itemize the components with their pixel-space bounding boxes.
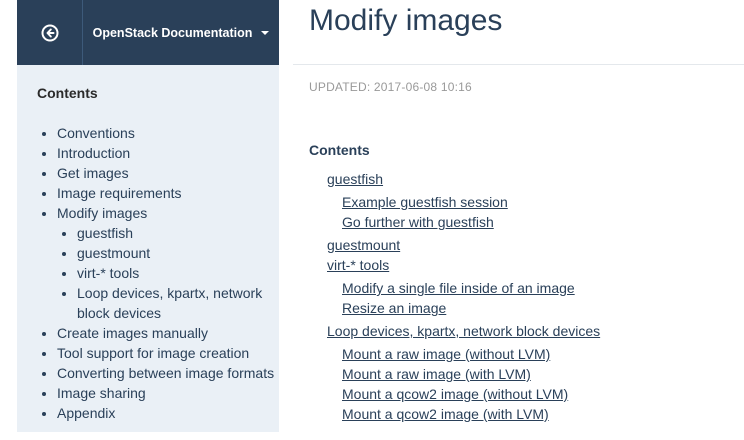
sidebar-header: OpenStack Documentation (17, 0, 279, 65)
content-link-go-further[interactable]: Go further with guestfish (342, 214, 494, 230)
title-divider (293, 64, 744, 65)
content-link-virt-tools[interactable]: virt-* tools (327, 257, 389, 273)
toc-link-create-images-manually[interactable]: Create images manually (57, 325, 208, 341)
toc-subitem: guestmount (77, 243, 277, 263)
updated-timestamp: UPDATED: 2017-06-08 10:16 (309, 80, 472, 94)
caret-down-icon (261, 30, 270, 35)
toc-link-virt-tools[interactable]: virt-* tools (77, 265, 139, 281)
docs-dropdown-label: OpenStack Documentation (92, 25, 253, 40)
toc-sublist: guestfish guestmount virt-* tools Loop d… (57, 223, 277, 323)
sidebar: OpenStack Documentation Contents Convent… (17, 0, 279, 440)
sidebar-toc: Contents Conventions Introduction Get im… (17, 65, 279, 432)
toc-item: Converting between image formats (57, 363, 277, 383)
toc-item: Modify images guestfish guestmount virt-… (57, 203, 277, 323)
toc-item: Tool support for image creation (57, 343, 277, 363)
toc-item: Create images manually (57, 323, 277, 343)
content-link-guestfish[interactable]: guestfish (327, 171, 383, 187)
toc-link-introduction[interactable]: Introduction (57, 145, 130, 161)
toc-item: Introduction (57, 143, 277, 163)
toc-item: Appendix (57, 403, 277, 423)
toc-link-conventions[interactable]: Conventions (57, 125, 135, 141)
contents-heading: Contents (309, 142, 370, 158)
toc-item: Image sharing (57, 383, 277, 403)
content-link-loop-devices[interactable]: Loop devices, kpartx, network block devi… (327, 323, 600, 339)
content-link-resize-image[interactable]: Resize an image (342, 300, 446, 316)
toc-item: Conventions (57, 123, 277, 143)
toc-link-get-images[interactable]: Get images (57, 165, 129, 181)
content-link-qcow2-no-lvm[interactable]: Mount a qcow2 image (without LVM) (342, 386, 568, 402)
toc-subitem: guestfish (77, 223, 277, 243)
toc-link-loop-devices[interactable]: Loop devices, kpartx, network block devi… (77, 285, 262, 321)
docs-dropdown-button[interactable]: OpenStack Documentation (83, 0, 279, 65)
content-link-raw-no-lvm[interactable]: Mount a raw image (without LVM) (342, 346, 550, 362)
content-link-example-session[interactable]: Example guestfish session (342, 194, 508, 210)
toc-link-image-sharing[interactable]: Image sharing (57, 385, 146, 401)
back-button[interactable] (17, 0, 83, 65)
toc-subitem: Loop devices, kpartx, network block devi… (77, 283, 277, 323)
toc-link-image-requirements[interactable]: Image requirements (57, 185, 182, 201)
toc-link-appendix[interactable]: Appendix (57, 405, 115, 421)
back-arrow-icon (41, 24, 58, 41)
content-link-raw-lvm[interactable]: Mount a raw image (with LVM) (342, 366, 531, 382)
content-link-modify-single-file[interactable]: Modify a single file inside of an image (342, 280, 575, 296)
toc-link-modify-images[interactable]: Modify images (57, 205, 147, 221)
toc-heading: Contents (37, 85, 98, 101)
content-link-qcow2-lvm[interactable]: Mount a qcow2 image (with LVM) (342, 406, 549, 422)
toc-link-guestmount[interactable]: guestmount (77, 245, 150, 261)
toc-item: Get images (57, 163, 277, 183)
toc-item: Image requirements (57, 183, 277, 203)
toc-link-guestfish[interactable]: guestfish (77, 225, 133, 241)
toc-link-converting-formats[interactable]: Converting between image formats (57, 365, 274, 381)
toc-subitem: virt-* tools (77, 263, 277, 283)
toc-link-tool-support[interactable]: Tool support for image creation (57, 345, 249, 361)
toc-list: Conventions Introduction Get images Imag… (37, 123, 277, 423)
page-title: Modify images (309, 4, 503, 37)
content-link-guestmount[interactable]: guestmount (327, 237, 400, 253)
